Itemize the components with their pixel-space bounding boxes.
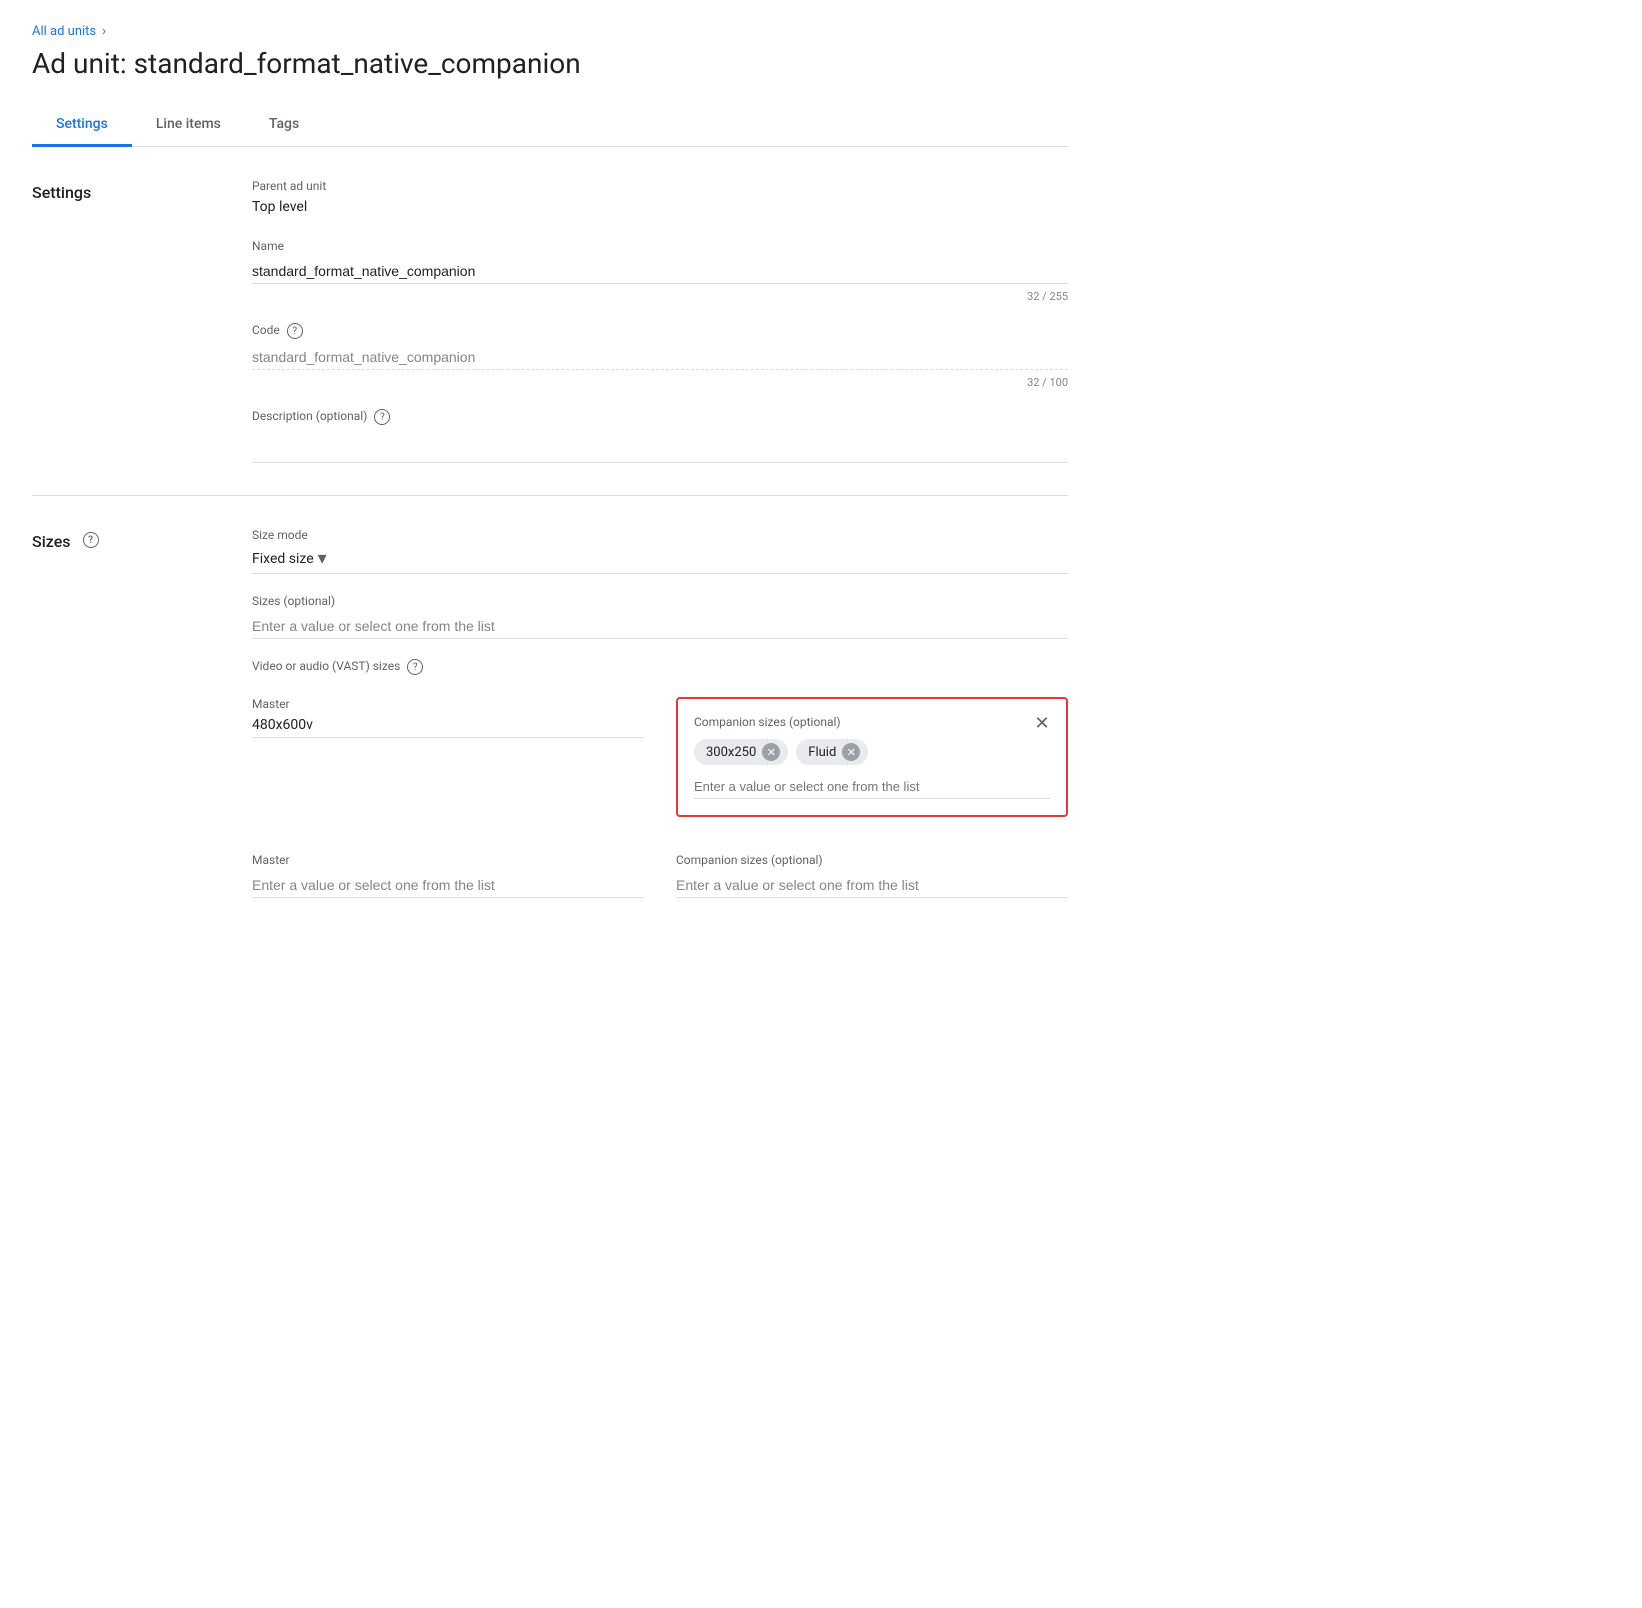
size-mode-label: Size mode <box>252 528 1068 542</box>
companion-field-2: Companion sizes (optional) <box>676 853 1068 898</box>
companion-chips-row: 300x250 ✕ Fluid ✕ <box>694 739 1050 765</box>
tabs-row: Settings Line items Tags <box>32 104 1068 147</box>
sizes-optional-label: Sizes (optional) <box>252 594 1068 608</box>
vast-field-group: Video or audio (VAST) sizes ? <box>252 659 1068 677</box>
parent-ad-unit-field: Parent ad unit Top level <box>252 179 1068 219</box>
master-field-2: Master <box>252 853 644 898</box>
settings-section-label: Settings <box>32 179 252 463</box>
settings-fields: Parent ad unit Top level Name 32 / 255 C… <box>252 179 1068 463</box>
chip-close-300x250[interactable]: ✕ <box>762 743 780 761</box>
size-mode-field: Size mode Fixed size ▾ <box>252 528 1068 574</box>
dropdown-arrow-icon: ▾ <box>318 548 327 569</box>
companion-label-2: Companion sizes (optional) <box>676 853 1068 867</box>
parent-ad-unit-value: Top level <box>252 199 1068 219</box>
description-input-area[interactable] <box>252 431 1068 463</box>
sizes-fields: Size mode Fixed size ▾ Sizes (optional) … <box>252 528 1068 898</box>
tab-tags[interactable]: Tags <box>245 104 323 147</box>
description-field: Description (optional) ? <box>252 409 1068 463</box>
companion-box-highlighted: Companion sizes (optional) 300x250 ✕ Flu… <box>676 697 1068 817</box>
sizes-input[interactable] <box>252 614 1068 639</box>
settings-section: Settings Parent ad unit Top level Name 3… <box>32 147 1068 496</box>
description-label: Description (optional) ? <box>252 409 1068 425</box>
chip-300x250: 300x250 ✕ <box>694 739 788 765</box>
code-help-icon[interactable]: ? <box>287 323 303 339</box>
tab-settings[interactable]: Settings <box>32 104 132 147</box>
master-field-1: Master 480x600v <box>252 697 644 738</box>
chip-close-fluid[interactable]: ✕ <box>842 743 860 761</box>
vast-label: Video or audio (VAST) sizes ? <box>252 659 1068 675</box>
description-help-icon[interactable]: ? <box>374 409 390 425</box>
name-label: Name <box>252 239 1068 253</box>
master-input-2[interactable] <box>252 873 644 898</box>
size-mode-dropdown[interactable]: Fixed size ▾ <box>252 548 1068 574</box>
master-label-2: Master <box>252 853 644 867</box>
sizes-help-icon[interactable]: ? <box>83 532 99 548</box>
master-label-1: Master <box>252 697 644 711</box>
name-input[interactable] <box>252 259 1068 284</box>
name-counter: 32 / 255 <box>252 290 1068 303</box>
vast-help-icon[interactable]: ? <box>407 659 423 675</box>
chip-label-300x250: 300x250 <box>706 745 756 760</box>
page-title: Ad unit: standard_format_native_companio… <box>32 47 1068 80</box>
code-field: Code ? 32 / 100 <box>252 323 1068 389</box>
companion-box-title: Companion sizes (optional) <box>694 715 1050 729</box>
code-input[interactable] <box>252 345 1068 370</box>
code-counter: 32 / 100 <box>252 376 1068 389</box>
sizes-optional-field: Sizes (optional) <box>252 594 1068 639</box>
breadcrumb-link[interactable]: All ad units <box>32 24 96 39</box>
name-field: Name 32 / 255 <box>252 239 1068 303</box>
chip-fluid: Fluid ✕ <box>796 739 868 765</box>
sizes-section: Sizes ? Size mode Fixed size ▾ Sizes (op… <box>32 496 1068 930</box>
chip-label-fluid: Fluid <box>808 745 836 760</box>
sizes-section-label: Sizes ? <box>32 528 252 898</box>
breadcrumb-chevron: › <box>102 24 106 39</box>
master-companion-row-1: Master 480x600v Companion sizes (optiona… <box>252 697 1068 817</box>
code-label: Code ? <box>252 323 1068 339</box>
companion-box-close-button[interactable]: ✕ <box>1028 709 1056 737</box>
tab-line-items[interactable]: Line items <box>132 104 245 147</box>
companion-input-2[interactable] <box>676 873 1068 898</box>
master-companion-row-2: Master Companion sizes (optional) <box>252 853 1068 898</box>
size-mode-value: Fixed size <box>252 551 314 567</box>
master-value-1: 480x600v <box>252 717 644 738</box>
breadcrumb: All ad units › <box>32 24 1068 39</box>
companion-input-1[interactable] <box>694 775 1050 799</box>
parent-ad-unit-label: Parent ad unit <box>252 179 1068 193</box>
